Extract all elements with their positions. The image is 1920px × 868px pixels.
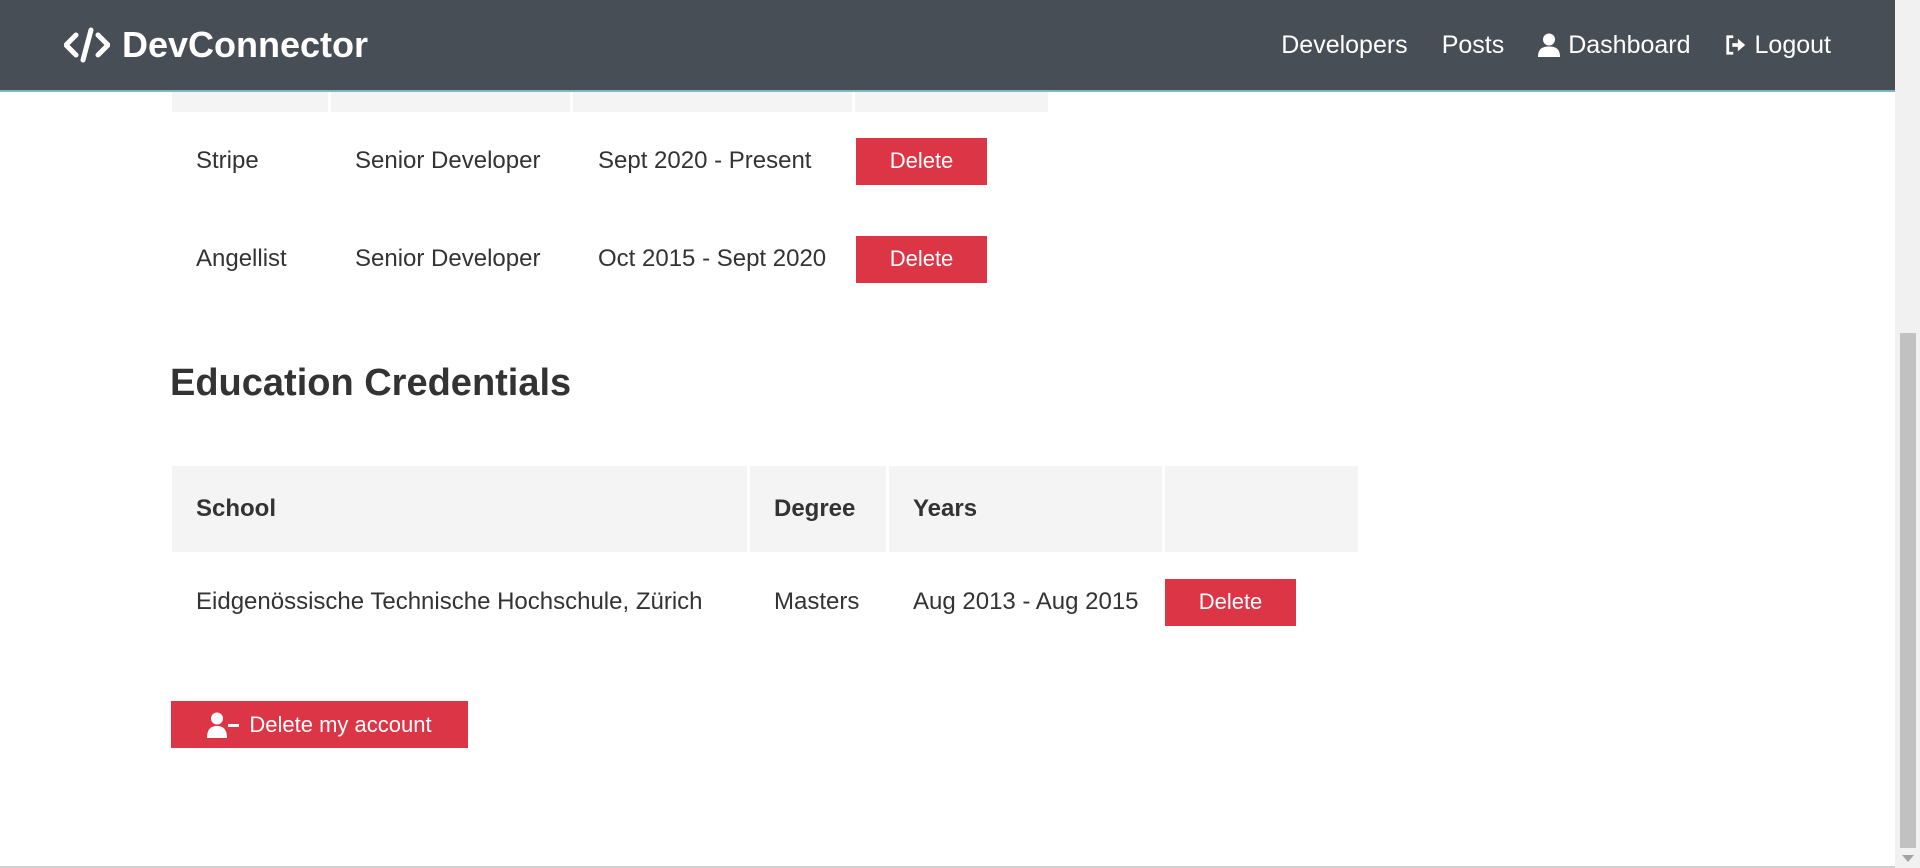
experience-company: Stripe [196,147,259,174]
nav-developers-link[interactable]: Developers [1281,31,1407,60]
education-section-title: Education Credentials [170,362,572,404]
column-header-school: School [172,466,747,552]
delete-account-button[interactable]: Delete my account [171,701,468,748]
experience-years: Sept 2020 - Present [598,147,812,174]
experience-company: Angellist [196,245,287,272]
user-minus-icon [207,712,240,738]
table-row: Angellist Senior Developer Oct 2015 - Se… [172,229,987,289]
brand-logo-link[interactable]: DevConnector [64,24,368,66]
code-icon [64,27,110,63]
delete-experience-button[interactable]: Delete [856,137,987,185]
experience-title: Senior Developer [355,147,541,174]
delete-account-label: Delete my account [249,711,432,737]
nav-logout-label: Logout [1754,30,1831,59]
education-school: Eidgenössische Technische Hochschule, Zü… [196,588,703,615]
delete-education-button[interactable]: Delete [1165,578,1296,626]
experience-years: Oct 2015 - Sept 2020 [598,245,827,272]
table-row: Eidgenössische Technische Hochschule, Zü… [172,572,1296,632]
nav-links: Developers Posts Dashboard Logout [1281,31,1831,60]
education-degree: Masters [774,588,860,615]
table-row: Stripe Senior Developer Sept 2020 - Pres… [172,131,987,191]
education-years: Aug 2013 - Aug 2015 [913,588,1139,615]
experience-title: Senior Developer [355,245,541,272]
brand-name: DevConnector [122,24,369,65]
vertical-scrollbar[interactable] [1895,0,1920,868]
education-table-header: School Degree Years [172,466,1361,552]
nav-dashboard-label: Dashboard [1568,30,1691,59]
page-viewport: Company Title Years Stripe Senior Develo… [0,0,1895,868]
column-header-actions [1165,466,1358,552]
nav-developers-label: Developers [1281,30,1408,59]
nav-posts-label: Posts [1441,30,1505,59]
scroll-down-arrow-icon[interactable] [1902,855,1914,862]
scrollbar-thumb[interactable] [1900,333,1916,848]
delete-experience-button[interactable]: Delete [856,235,987,283]
column-header-years: Years [889,466,1162,552]
user-icon [1538,33,1561,57]
nav-dashboard-link[interactable]: Dashboard [1538,30,1691,60]
sign-out-icon [1725,35,1745,55]
nav-posts-link[interactable]: Posts [1442,31,1505,60]
navbar: DevConnector Developers Posts Dashboard [0,0,1895,92]
nav-logout-link[interactable]: Logout [1725,31,1831,60]
column-header-degree: Degree [750,466,886,552]
